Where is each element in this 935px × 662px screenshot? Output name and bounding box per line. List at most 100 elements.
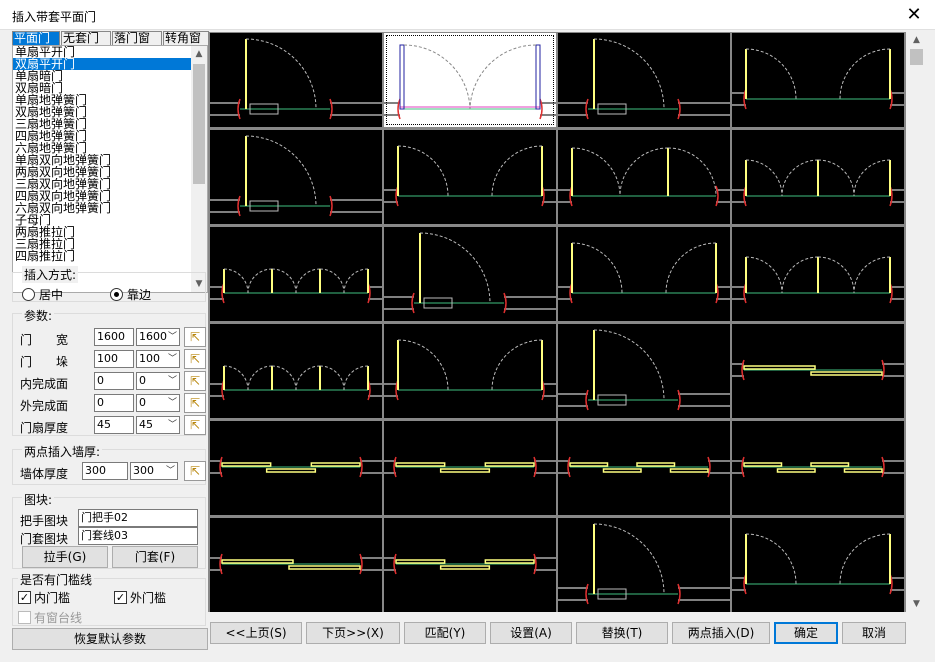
frame-block-input[interactable]: 门套线03	[78, 527, 198, 545]
door-preview-cell[interactable]	[558, 227, 730, 321]
scroll-thumb[interactable]	[193, 64, 205, 184]
door-preview-cell[interactable]	[558, 33, 730, 127]
next-page-button[interactable]: 下页>>(X)	[306, 622, 400, 644]
match-button[interactable]: 匹配(Y)	[404, 622, 486, 644]
leaf-thickness-input[interactable]: 45	[94, 416, 134, 434]
radio-center[interactable]: 居中	[22, 286, 63, 303]
cursor-pick-icon[interactable]: ⇱	[184, 415, 206, 435]
leaf-thickness-select[interactable]: 45 ﹀	[136, 416, 180, 434]
door-preview-cell[interactable]	[384, 518, 556, 612]
door-preview-grid[interactable]	[208, 32, 906, 612]
door-preview-cell[interactable]	[384, 33, 556, 127]
list-item[interactable]: 四扇双向地弹簧门	[13, 190, 191, 202]
left-panel: 平面门 无套门 落门窗 转角窗 单扇平开门 双扇平开门 单扇暗门 双扇暗门 单扇地弹簧门…	[10, 31, 209, 651]
list-item[interactable]: 四扇推拉门	[13, 250, 191, 262]
cursor-pick-icon[interactable]: ⇱	[184, 349, 206, 369]
handle-block-input[interactable]: 门把手02	[78, 509, 198, 527]
checkbox-box[interactable]	[18, 611, 31, 624]
list-item[interactable]: 三扇双向地弹簧门	[13, 178, 191, 190]
list-item[interactable]: 双扇平开门	[13, 58, 191, 70]
door-preview-cell[interactable]	[732, 421, 904, 515]
door-preview-cell[interactable]	[384, 130, 556, 224]
door-jamb-select[interactable]: 100 ﹀	[136, 350, 180, 368]
title-bar: 插入带套平面门 ✕	[0, 0, 935, 30]
outer-threshold-checkbox[interactable]: ✓ 外门槛	[114, 589, 166, 606]
door-preview-cell[interactable]	[732, 33, 904, 127]
cursor-pick-icon[interactable]: ⇱	[184, 393, 206, 413]
door-preview-cell[interactable]	[732, 518, 904, 612]
door-preview-cell[interactable]	[732, 324, 904, 418]
cursor-pick-icon[interactable]: ⇱	[184, 461, 206, 481]
check-icon[interactable]: ✓	[18, 591, 31, 604]
tab-floor-window[interactable]: 落门窗	[112, 31, 162, 45]
list-item[interactable]: 三扇推拉门	[13, 238, 191, 250]
door-preview-cell[interactable]	[384, 421, 556, 515]
close-icon[interactable]: ✕	[903, 4, 925, 26]
cancel-button[interactable]: 取消	[842, 622, 906, 644]
radio-circle-checked[interactable]	[110, 288, 123, 301]
frame-button[interactable]: 门套(F)	[112, 546, 198, 568]
two-point-insert-button[interactable]: 两点插入(D)	[672, 622, 770, 644]
inner-finish-select[interactable]: 0 ﹀	[136, 372, 180, 390]
list-item[interactable]: 双扇地弹簧门	[13, 106, 191, 118]
list-item[interactable]: 两扇推拉门	[13, 226, 191, 238]
door-preview-cell[interactable]	[210, 421, 382, 515]
list-scrollbar[interactable]: ▲ ▼	[191, 46, 207, 292]
list-item[interactable]: 单扇地弹簧门	[13, 94, 191, 106]
door-preview-cell[interactable]	[384, 324, 556, 418]
grid-scrollbar[interactable]: ▲ ▼	[908, 32, 925, 612]
check-icon[interactable]: ✓	[114, 591, 127, 604]
list-item[interactable]: 四扇地弹簧门	[13, 130, 191, 142]
tab-corner-window[interactable]: 转角窗	[163, 31, 209, 45]
list-item[interactable]: 三扇地弹簧门	[13, 118, 191, 130]
inner-threshold-checkbox[interactable]: ✓ 内门槛	[18, 589, 70, 606]
door-preview-cell[interactable]	[210, 324, 382, 418]
door-preview-cell[interactable]	[732, 227, 904, 321]
inner-finish-input[interactable]: 0	[94, 372, 134, 390]
door-preview-cell[interactable]	[558, 518, 730, 612]
tab-plain-door[interactable]: 平面门	[12, 31, 60, 45]
scroll-up-icon[interactable]: ▲	[908, 32, 925, 48]
sill-checkbox[interactable]: 有窗台线	[18, 609, 82, 626]
list-item[interactable]: 双扇暗门	[13, 82, 191, 94]
door-preview-cell[interactable]	[384, 227, 556, 321]
door-preview-cell[interactable]	[210, 518, 382, 612]
door-preview-cell[interactable]	[558, 130, 730, 224]
radio-circle[interactable]	[22, 288, 35, 301]
tab-no-frame-door[interactable]: 无套门	[61, 31, 111, 45]
door-preview-cell[interactable]	[558, 324, 730, 418]
handle-button[interactable]: 拉手(G)	[22, 546, 108, 568]
outer-finish-select[interactable]: 0 ﹀	[136, 394, 180, 412]
list-item[interactable]: 两扇双向地弹簧门	[13, 166, 191, 178]
cursor-pick-icon[interactable]: ⇱	[184, 327, 206, 347]
scroll-thumb[interactable]	[910, 49, 923, 65]
list-item[interactable]: 单扇双向地弹簧门	[13, 154, 191, 166]
restore-defaults-button[interactable]: 恢复默认参数	[12, 628, 208, 650]
door-preview-cell[interactable]	[558, 421, 730, 515]
list-item[interactable]: 六扇地弹簧门	[13, 142, 191, 154]
list-item[interactable]: 六扇双向地弹簧门	[13, 202, 191, 214]
wall-thickness-select[interactable]: 300 ﹀	[130, 462, 178, 480]
door-width-select[interactable]: 1600 ﹀	[136, 328, 180, 346]
wall-thickness-input[interactable]: 300	[82, 462, 128, 480]
outer-finish-input[interactable]: 0	[94, 394, 134, 412]
cursor-pick-icon[interactable]: ⇱	[184, 371, 206, 391]
settings-button[interactable]: 设置(A)	[490, 622, 572, 644]
door-preview-cell[interactable]	[210, 227, 382, 321]
replace-button[interactable]: 替换(T)	[576, 622, 668, 644]
scroll-up-icon[interactable]: ▲	[191, 46, 207, 62]
list-item[interactable]: 单扇暗门	[13, 70, 191, 82]
door-frame	[237, 98, 241, 120]
list-item[interactable]: 子母门	[13, 214, 191, 226]
door-preview-cell[interactable]	[210, 130, 382, 224]
door-width-input[interactable]: 1600	[94, 328, 134, 346]
door-preview-cell[interactable]	[210, 33, 382, 127]
door-jamb-input[interactable]: 100	[94, 350, 134, 368]
ok-button[interactable]: 确定	[774, 622, 838, 644]
list-item[interactable]: 单扇平开门	[13, 46, 191, 58]
radio-edge[interactable]: 靠边	[110, 286, 151, 303]
scroll-down-icon[interactable]: ▼	[908, 596, 925, 612]
prev-page-button[interactable]: <<上页(S)	[210, 622, 302, 644]
door-type-list[interactable]: 单扇平开门 双扇平开门 单扇暗门 双扇暗门 单扇地弹簧门 双扇地弹簧门 三扇地弹簧门 四扇地弹…	[12, 45, 208, 293]
door-preview-cell[interactable]	[732, 130, 904, 224]
